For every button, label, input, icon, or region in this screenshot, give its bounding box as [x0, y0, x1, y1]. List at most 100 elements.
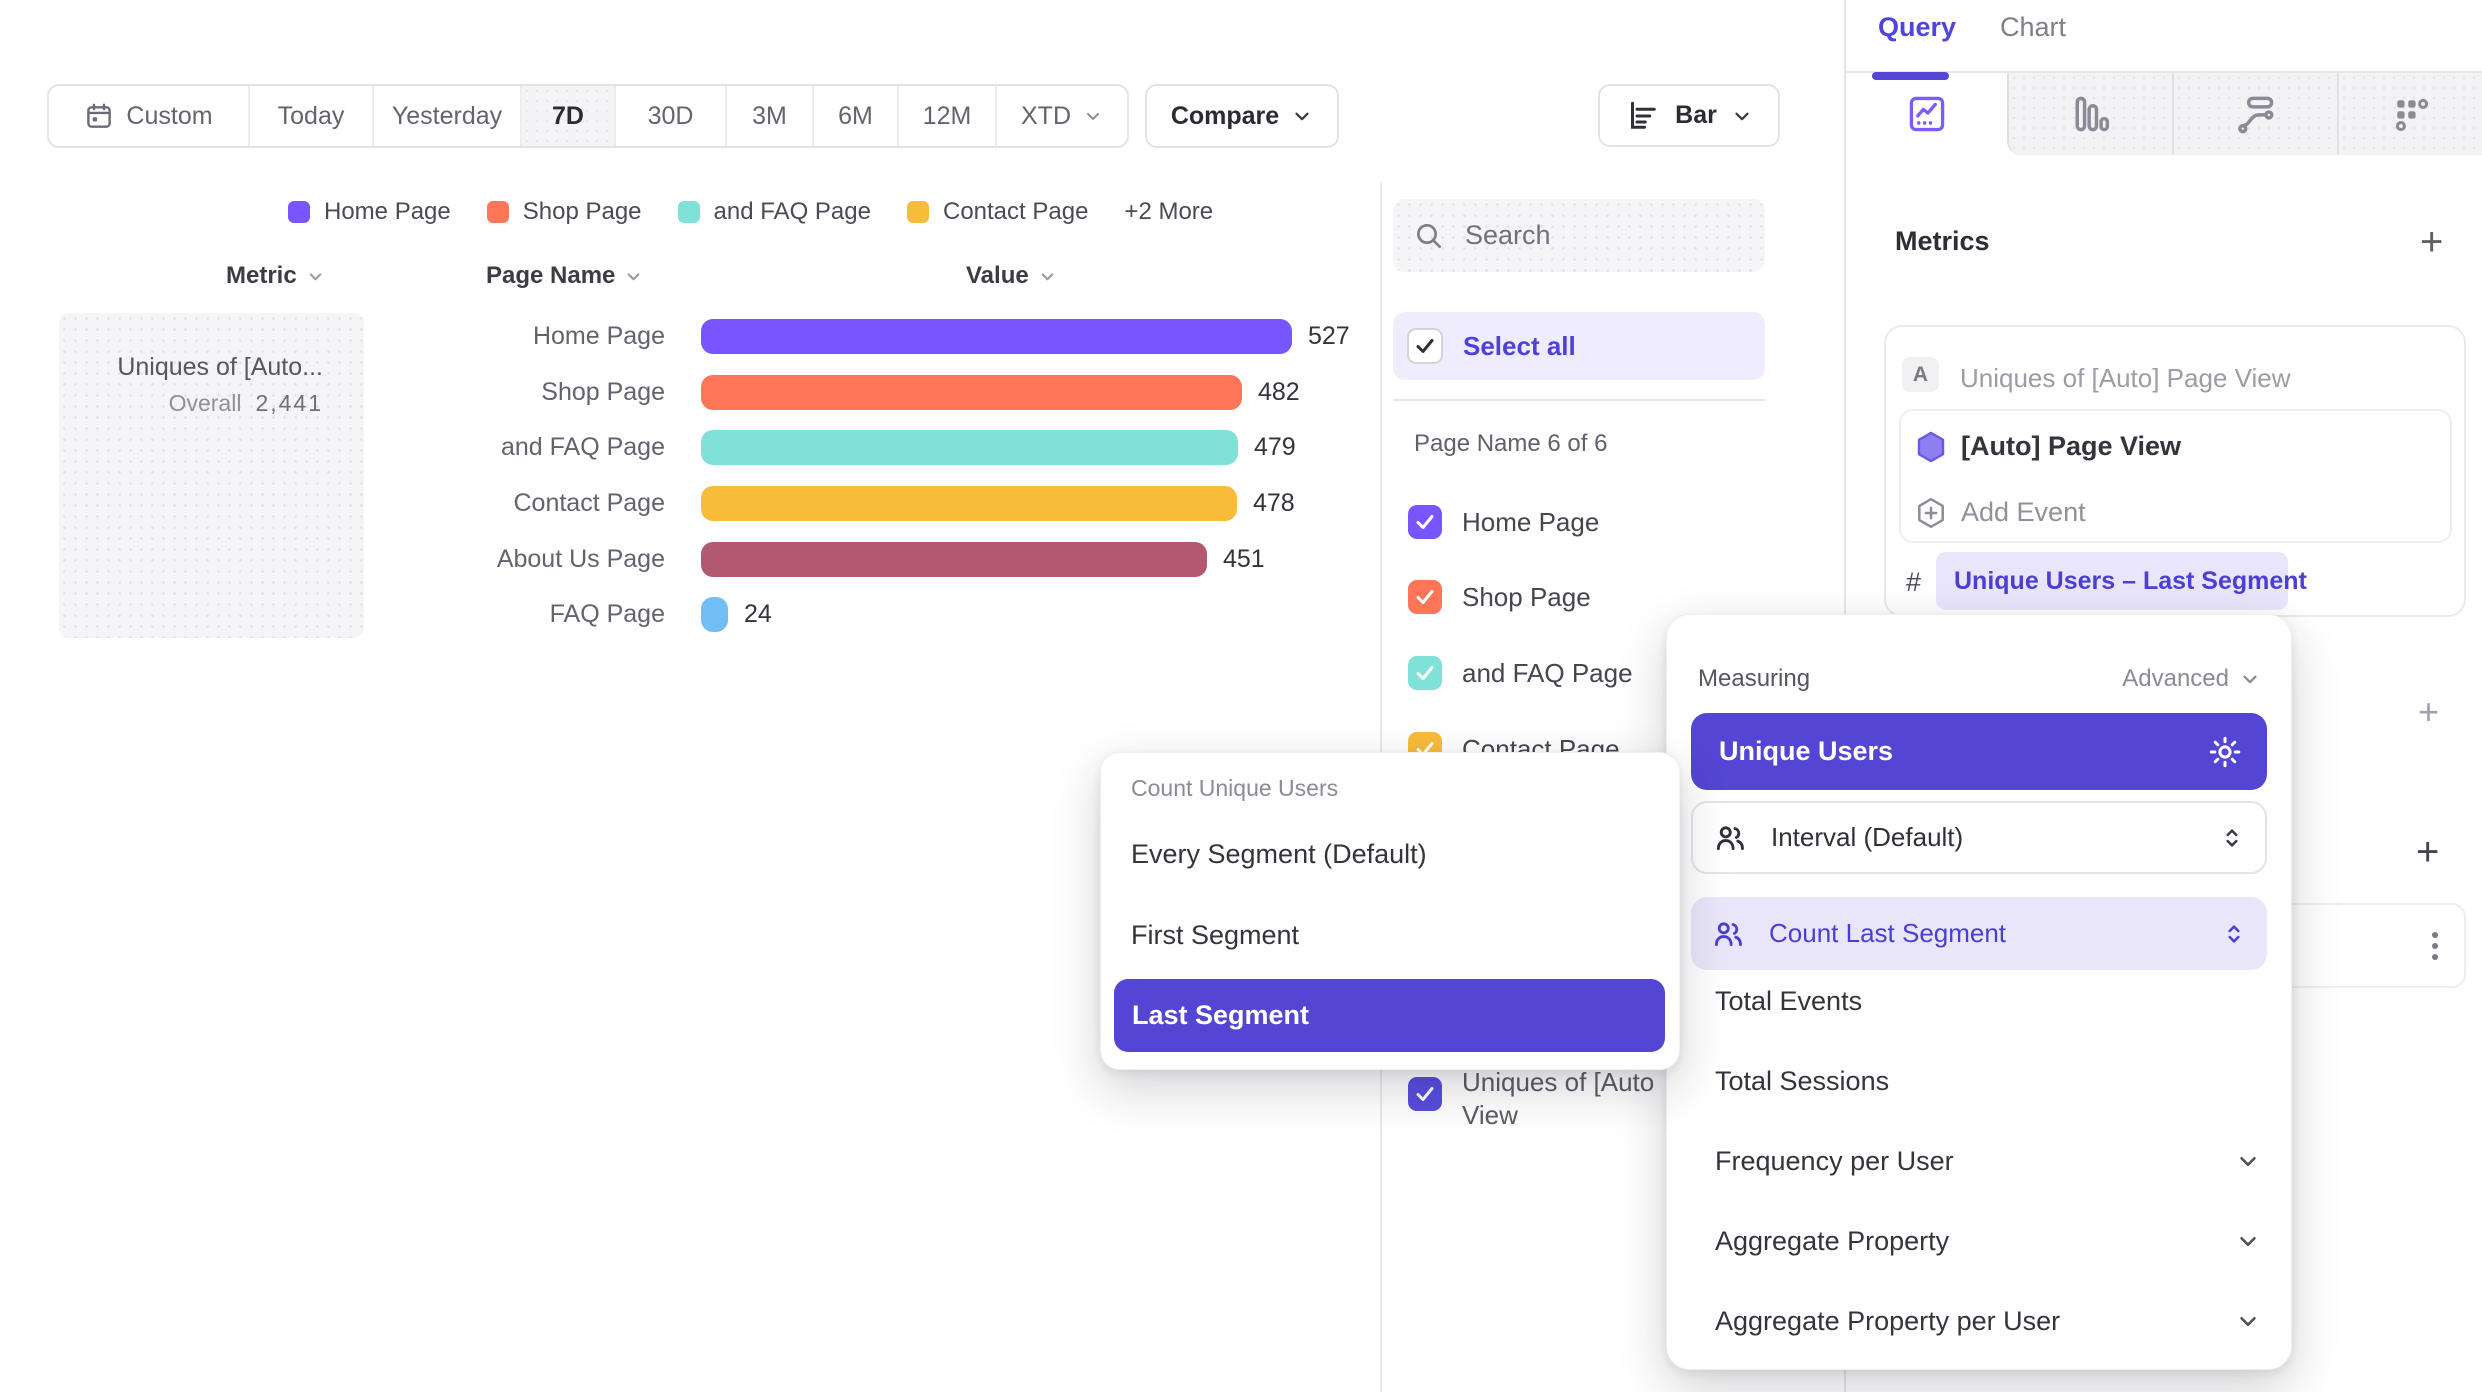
calendar-icon [84, 101, 114, 131]
bar-value: 478 [1253, 486, 1295, 521]
compare-button[interactable]: Compare [1145, 84, 1339, 148]
option-first-segment[interactable]: First Segment [1131, 920, 1299, 951]
option-every-segment[interactable]: Every Segment (Default) [1131, 839, 1427, 870]
add-breakdown-button[interactable]: + [2416, 832, 2439, 872]
date-range-30d[interactable]: 30D [616, 86, 727, 146]
date-range-yesterday[interactable]: Yesterday [374, 86, 522, 146]
chevron-down-icon[interactable] [2235, 1148, 2261, 1174]
segment-row-home-page[interactable]: Home Page [1408, 505, 1599, 539]
checkbox-checked[interactable] [1408, 1077, 1442, 1111]
bar-value: 479 [1254, 430, 1296, 465]
add-event-button[interactable]: Add Event [1961, 497, 2086, 528]
date-range-today[interactable]: Today [250, 86, 374, 146]
advanced-toggle[interactable]: Advanced [2122, 665, 2261, 693]
date-range-3m[interactable]: 3M [727, 86, 814, 146]
chevron-down-icon [1291, 105, 1313, 127]
report-type-retention[interactable] [2337, 73, 2482, 155]
measuring-option-unique-users-selected[interactable]: Unique Users [1691, 713, 2267, 790]
bar-faq-page[interactable] [701, 597, 728, 632]
search-input[interactable] [1463, 219, 1717, 252]
metric-card[interactable]: A Uniques of [Auto] Page View [Auto] Pag… [1884, 325, 2466, 617]
segment-row-saved-metric[interactable] [1408, 1077, 1442, 1111]
chevron-down-icon [1083, 106, 1103, 126]
segment-group-label: Page Name 6 of 6 [1414, 430, 1607, 458]
bar-row-label: FAQ Page [340, 597, 665, 632]
legend-more[interactable]: +2 More [1124, 198, 1213, 226]
date-range-label: Yesterday [392, 102, 502, 131]
check-icon [1413, 1082, 1437, 1106]
date-range-label: 7D [552, 102, 584, 131]
legend-swatch [487, 201, 509, 223]
date-range-6m[interactable]: 6M [814, 86, 899, 146]
add-metric-button[interactable]: + [2420, 222, 2443, 262]
bar-row-label: About Us Page [340, 542, 665, 577]
up-down-chevrons-icon [2219, 825, 2245, 851]
option-last-segment-selected[interactable]: Last Segment [1114, 979, 1665, 1052]
count-unique-users-popup: Count Unique Users Every Segment (Defaul… [1100, 752, 1680, 1070]
date-range-custom[interactable]: Custom [49, 86, 250, 146]
measuring-option-total-sessions[interactable]: Total Sessions [1715, 1066, 1889, 1097]
segment-label: and FAQ Page [1462, 658, 1633, 689]
bar-home-page[interactable] [701, 319, 1292, 354]
select-all-checkbox[interactable] [1407, 328, 1443, 364]
column-header-metric[interactable]: Metric [226, 262, 325, 290]
bar-value: 527 [1308, 319, 1350, 354]
column-header-page-name[interactable]: Page Name [486, 262, 643, 290]
bar-and-faq-page[interactable] [701, 430, 1238, 465]
checkbox-checked[interactable] [1408, 505, 1442, 539]
bar-value: 24 [744, 597, 772, 632]
active-tab-underline [1872, 72, 1949, 80]
measuring-option-aggregate-property-per-user[interactable]: Aggregate Property per User [1715, 1306, 2060, 1337]
gear-icon[interactable] [2207, 734, 2243, 770]
chevron-down-icon[interactable] [2235, 1228, 2261, 1254]
legend-item[interactable]: Shop Page [487, 198, 642, 226]
legend-swatch [678, 201, 700, 223]
date-range-selector: Custom Today Yesterday 7D 30D 3M 6M 12M … [47, 84, 1129, 148]
count-popup-title: Count Unique Users [1131, 775, 1338, 802]
metric-summary-title: Uniques of [Auto... [117, 353, 323, 382]
segment-label: Home Page [1462, 507, 1599, 538]
retention-icon [2389, 92, 2433, 136]
segment-row-and-faq-page[interactable]: and FAQ Page [1408, 656, 1633, 690]
event-name[interactable]: [Auto] Page View [1961, 431, 2181, 462]
measuring-option-frequency-per-user[interactable]: Frequency per User [1715, 1146, 1954, 1177]
select-all-row[interactable]: Select all [1393, 312, 1765, 380]
column-header-label: Metric [226, 262, 297, 290]
kebab-menu-icon[interactable] [2428, 928, 2442, 964]
bar-shop-page[interactable] [701, 375, 1242, 410]
legend-item[interactable]: Contact Page [907, 198, 1088, 226]
measurement-pill[interactable]: Unique Users – Last Segment [1936, 552, 2288, 610]
bar-value: 482 [1258, 375, 1300, 410]
bar-value: 451 [1223, 542, 1265, 577]
bar-about-us-page[interactable] [701, 542, 1207, 577]
segment-row-shop-page[interactable]: Shop Page [1408, 580, 1591, 614]
legend-item[interactable]: and FAQ Page [678, 198, 871, 226]
tab-query[interactable]: Query [1878, 12, 1956, 43]
report-type-insights-active[interactable] [1846, 73, 2007, 155]
report-type-flows[interactable] [2172, 73, 2337, 155]
bar-contact-page[interactable] [701, 486, 1237, 521]
column-header-value[interactable]: Value [966, 262, 1057, 290]
chevron-down-icon[interactable] [2235, 1308, 2261, 1334]
date-range-xtd[interactable]: XTD [997, 86, 1127, 146]
tab-chart[interactable]: Chart [2000, 12, 2066, 43]
interval-selector[interactable]: Interval (Default) [1691, 801, 2267, 874]
measuring-option-aggregate-property[interactable]: Aggregate Property [1715, 1226, 1949, 1257]
date-range-12m[interactable]: 12M [899, 86, 997, 146]
checkbox-checked[interactable] [1408, 656, 1442, 690]
metric-summary-card[interactable]: Uniques of [Auto... Overall2,441 [59, 313, 364, 638]
report-type-funnels[interactable] [2007, 73, 2172, 155]
overall-label: Overall [169, 390, 242, 416]
measuring-option-total-events[interactable]: Total Events [1715, 986, 1862, 1017]
select-all-label: Select all [1463, 331, 1576, 362]
add-filter-button[interactable]: + [2418, 692, 2439, 732]
check-icon [1413, 334, 1437, 358]
search-icon [1413, 220, 1445, 252]
legend-label: Shop Page [523, 198, 642, 226]
legend-item[interactable]: Home Page [288, 198, 451, 226]
count-segment-selector[interactable]: Count Last Segment [1691, 897, 2267, 970]
segment-search[interactable] [1393, 199, 1765, 272]
checkbox-checked[interactable] [1408, 580, 1442, 614]
date-range-7d-active[interactable]: 7D [522, 86, 616, 146]
chart-view-dropdown[interactable]: Bar [1598, 84, 1780, 147]
